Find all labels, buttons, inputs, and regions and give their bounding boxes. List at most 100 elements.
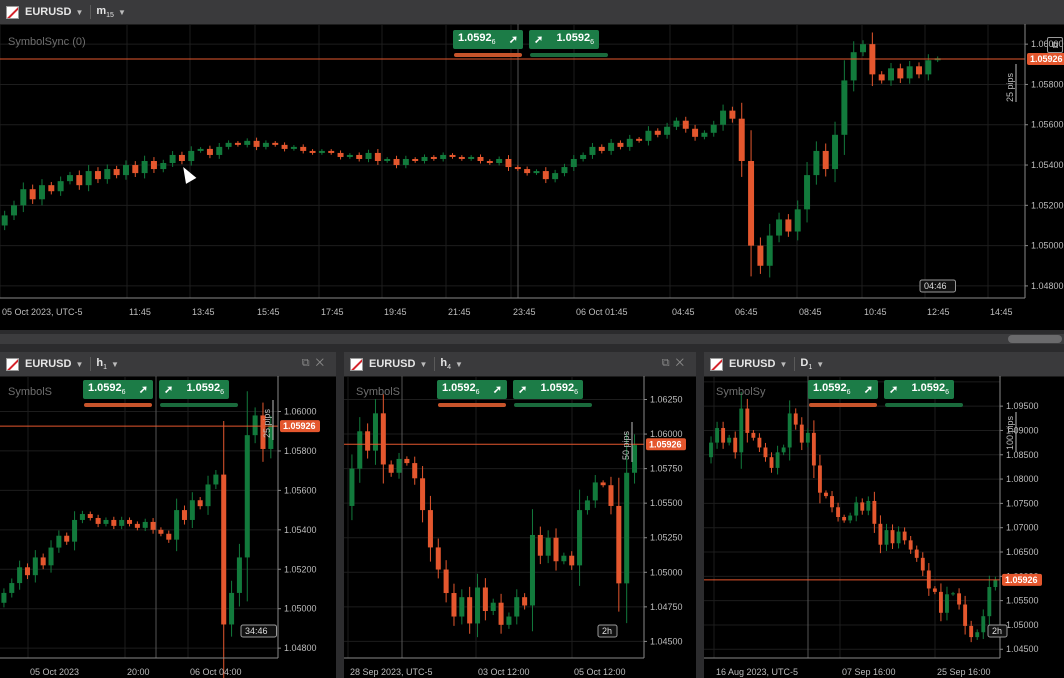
sell-button[interactable]: 1.05926 ➚ (437, 380, 507, 399)
chart-panel-d1[interactable]: EURUSD ▼ D1 ▼ 1.09500 1.09000 1.08500 1.080… (704, 352, 1064, 678)
candle (963, 595, 968, 635)
candle-body (506, 616, 512, 625)
candle (739, 392, 744, 469)
y-tick-label: 1.06000 (284, 406, 317, 416)
candle (715, 421, 720, 449)
timeframe-label[interactable]: m15 (96, 5, 114, 19)
symbol-label[interactable]: EURUSD (25, 358, 71, 370)
candle-body (608, 142, 615, 151)
panel-splitter[interactable] (0, 330, 1064, 352)
close-icon[interactable]: ✕ (676, 357, 690, 369)
candle-body (514, 167, 521, 170)
buy-button[interactable]: ➚ 1.05926 (884, 380, 954, 399)
chart-panel-m15[interactable]: EURUSD ▼ m15 ▼ 1.06000 1.05800 1.05600 1.05… (0, 0, 1064, 330)
chevron-down-icon[interactable]: ▼ (816, 360, 824, 369)
candlestick-chart[interactable]: 1.060001.058001.056001.054001.052001.050… (0, 376, 330, 678)
buy-spread-bar (530, 53, 608, 57)
candle (252, 407, 258, 444)
candle-body (111, 519, 117, 526)
candle-body (529, 534, 535, 606)
candle-body (142, 521, 148, 528)
candlestick-chart[interactable]: 1.095001.090001.085001.080001.075001.070… (704, 376, 1064, 678)
candle (272, 141, 279, 147)
buy-button[interactable]: ➚ 1.05926 (513, 380, 583, 399)
candle-body (467, 597, 473, 624)
symbol-sync-watermark: SymbolS (356, 386, 401, 398)
candle-body (878, 523, 883, 545)
close-icon[interactable]: ✕ (316, 357, 330, 369)
detach-chart-icon[interactable]: ⧉ (1047, 37, 1063, 53)
sell-button[interactable]: 1.05926 ➚ (83, 380, 153, 399)
candle-body (104, 169, 111, 180)
chevron-down-icon[interactable]: ▼ (118, 8, 126, 17)
candle (48, 540, 54, 573)
candle (902, 527, 907, 545)
symbol-label[interactable]: EURUSD (729, 358, 775, 370)
detach-icon[interactable]: ⧉ (302, 357, 316, 369)
horizontal-scrollbar[interactable] (0, 334, 1064, 344)
candlestick-chart[interactable]: 1.060001.058001.056001.054001.052001.050… (0, 24, 1064, 330)
candle (113, 165, 120, 179)
candle-body (553, 537, 559, 562)
candle-body (458, 156, 465, 159)
chevron-down-icon[interactable]: ▼ (111, 360, 119, 369)
candle (608, 138, 615, 155)
candle (981, 609, 986, 639)
scroll-thumb[interactable] (1008, 335, 1062, 343)
symbol-label[interactable]: EURUSD (25, 6, 71, 18)
candle (624, 432, 630, 624)
timeframe-label[interactable]: D1 (800, 357, 812, 371)
candle-body (57, 181, 64, 192)
chevron-down-icon[interactable]: ▼ (779, 360, 787, 369)
candle-body (561, 555, 567, 562)
candle (122, 160, 129, 180)
symbol-label[interactable]: EURUSD (369, 358, 415, 370)
detach-icon[interactable]: ⧉ (662, 357, 676, 369)
candle-body (916, 66, 922, 75)
chevron-down-icon[interactable]: ▼ (75, 360, 83, 369)
chevron-down-icon[interactable]: ▼ (419, 360, 427, 369)
candle-body (213, 474, 219, 485)
timeframe-label[interactable]: h1 (96, 357, 107, 371)
candle (896, 526, 901, 549)
chart-panel-h1[interactable]: EURUSD ▼ h1 ▼ ⧉✕ 1.06000 1.05800 1.05600 1.… (0, 352, 336, 678)
candle-body (709, 442, 713, 458)
pips-label: 100 pips (1005, 415, 1015, 450)
buy-price-value: 1.0592 (911, 382, 946, 395)
candle-body (701, 132, 708, 137)
chevron-down-icon[interactable]: ▼ (455, 360, 463, 369)
chart-panel-h4[interactable]: EURUSD ▼ h4 ▼ ⧉✕ 1.06250 1.06000 1.05750 1.… (344, 352, 696, 678)
y-tick-label: 1.09500 (1006, 401, 1039, 411)
candle (244, 391, 250, 602)
divider (90, 357, 92, 371)
chevron-down-icon[interactable]: ▼ (75, 8, 83, 17)
candle (388, 460, 394, 477)
price-tag-label: 1.05926 (1005, 575, 1038, 585)
candle-body (832, 134, 839, 170)
candle (132, 161, 139, 178)
candle (174, 498, 180, 552)
buy-price: 1.05926 (911, 382, 949, 396)
candle (440, 152, 447, 162)
y-tick-label: 1.06250 (650, 395, 683, 405)
buy-spread-bar (514, 403, 592, 407)
candle-body (160, 163, 167, 170)
buy-price-pipette: 6 (574, 389, 578, 397)
buy-button[interactable]: ➚ 1.05926 (529, 30, 599, 49)
sell-button[interactable]: 1.05926 ➚ (808, 380, 878, 399)
candle (533, 169, 540, 175)
candle (553, 528, 559, 571)
candlestick-chart[interactable]: 1.06250 1.06000 1.05750 1.05500 1.05250 1.050… (344, 376, 690, 678)
candle-body (451, 593, 457, 617)
candle-body (40, 557, 46, 566)
y-tick-label: 1.05400 (284, 525, 317, 535)
candle (692, 124, 699, 141)
candle (48, 181, 55, 195)
buy-button[interactable]: ➚ 1.05926 (159, 380, 229, 399)
y-tick-label: 1.04750 (650, 602, 683, 612)
sell-button[interactable]: 1.05926 ➚ (453, 30, 523, 49)
sell-price: 1.05926 (458, 32, 496, 46)
timeframe-label[interactable]: h4 (440, 357, 451, 371)
sell-price-pipette: 6 (491, 39, 496, 47)
window-controls: ⧉✕ (302, 357, 330, 370)
